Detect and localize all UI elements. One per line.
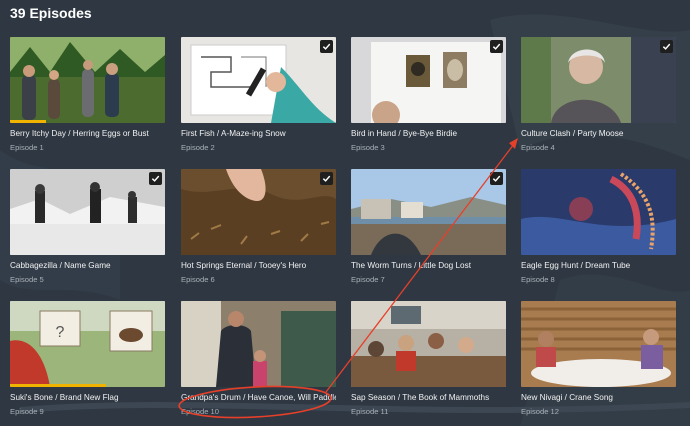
watched-check-icon bbox=[149, 172, 162, 185]
thumbnail-image bbox=[181, 301, 336, 387]
episode-number: Episode 12 bbox=[521, 407, 559, 416]
thumbnail-image bbox=[181, 169, 336, 255]
thumbnail-image bbox=[351, 169, 506, 255]
episode-card[interactable]: Sap Season / The Book of Mammoths Episode… bbox=[351, 301, 506, 416]
episode-title[interactable]: Berry Itchy Day / Herring Eggs or Bust bbox=[10, 129, 165, 138]
episode-thumbnail[interactable] bbox=[10, 169, 165, 255]
episode-card[interactable]: The Worm Turns / Little Dog Lost Episode … bbox=[351, 169, 506, 284]
episode-card[interactable]: Berry Itchy Day / Herring Eggs or Bust Ep… bbox=[10, 37, 165, 152]
watched-check-icon bbox=[320, 40, 333, 53]
thumbnail-image bbox=[351, 37, 506, 123]
annotation-arrow-head bbox=[509, 138, 518, 149]
episode-card[interactable]: First Fish / A-Maze-ing Snow Episode 2 bbox=[181, 37, 336, 152]
episode-number: Episode 5 bbox=[10, 275, 44, 284]
episode-title[interactable]: Eagle Egg Hunt / Dream Tube bbox=[521, 261, 676, 270]
thumbnail-image bbox=[521, 37, 676, 123]
thumbnail-image bbox=[351, 301, 506, 387]
episode-thumbnail[interactable]: ? bbox=[10, 301, 165, 387]
episode-card[interactable]: New Nivagi / Crane Song Episode 12 bbox=[521, 301, 676, 416]
episode-title[interactable]: New Nivagi / Crane Song bbox=[521, 393, 676, 402]
episode-card[interactable]: Hot Springs Eternal / Tooey's Hero Episod… bbox=[181, 169, 336, 284]
episode-title[interactable]: The Worm Turns / Little Dog Lost bbox=[351, 261, 506, 270]
thumbnail-image bbox=[521, 301, 676, 387]
page-title: 39 Episodes bbox=[10, 5, 92, 21]
thumbnail-image bbox=[181, 37, 336, 123]
episode-title[interactable]: Sap Season / The Book of Mammoths bbox=[351, 393, 506, 402]
thumbnail-image: ? bbox=[10, 301, 165, 387]
episode-thumbnail[interactable] bbox=[181, 169, 336, 255]
episode-number: Episode 4 bbox=[521, 143, 555, 152]
episode-number: Episode 11 bbox=[351, 407, 389, 416]
svg-text:?: ? bbox=[56, 324, 65, 341]
episode-card[interactable]: Eagle Egg Hunt / Dream Tube Episode 8 bbox=[521, 169, 676, 284]
episode-card[interactable]: Grandpa's Drum / Have Canoe, Will Paddle… bbox=[181, 301, 336, 416]
episode-card[interactable]: Bird in Hand / Bye-Bye Birdie Episode 3 bbox=[351, 37, 506, 152]
episode-thumbnail[interactable] bbox=[351, 169, 506, 255]
episode-thumbnail[interactable] bbox=[181, 37, 336, 123]
episode-title[interactable]: Bird in Hand / Bye-Bye Birdie bbox=[351, 129, 506, 138]
episode-card[interactable]: ? Suki's Bone / Brand New Flag Episode 9 bbox=[10, 301, 165, 416]
episode-number: Episode 7 bbox=[351, 275, 385, 284]
episode-title[interactable]: Suki's Bone / Brand New Flag bbox=[10, 393, 165, 402]
episode-thumbnail[interactable] bbox=[351, 301, 506, 387]
episode-title[interactable]: Grandpa's Drum / Have Canoe, Will Paddle bbox=[181, 393, 336, 402]
watched-check-icon bbox=[320, 172, 333, 185]
episode-card[interactable]: Culture Clash / Party Moose Episode 4 bbox=[521, 37, 676, 152]
episode-thumbnail[interactable] bbox=[181, 301, 336, 387]
episode-card[interactable]: Cabbagezilla / Name Game Episode 5 bbox=[10, 169, 165, 284]
episode-thumbnail[interactable] bbox=[521, 301, 676, 387]
episode-title[interactable]: Hot Springs Eternal / Tooey's Hero bbox=[181, 261, 336, 270]
episode-number: Episode 3 bbox=[351, 143, 385, 152]
progress-bar bbox=[10, 120, 46, 123]
episode-number: Episode 2 bbox=[181, 143, 215, 152]
thumbnail-image bbox=[521, 169, 676, 255]
episode-number: Episode 1 bbox=[10, 143, 44, 152]
thumbnail-image bbox=[10, 169, 165, 255]
episode-title[interactable]: Culture Clash / Party Moose bbox=[521, 129, 676, 138]
watched-check-icon bbox=[490, 172, 503, 185]
episode-number: Episode 10 bbox=[181, 407, 219, 416]
episode-thumbnail[interactable] bbox=[521, 37, 676, 123]
thumbnail-image bbox=[10, 37, 165, 123]
episode-number: Episode 8 bbox=[521, 275, 555, 284]
progress-bar bbox=[10, 384, 107, 387]
episode-title[interactable]: First Fish / A-Maze-ing Snow bbox=[181, 129, 336, 138]
episode-thumbnail[interactable] bbox=[10, 37, 165, 123]
watched-check-icon bbox=[660, 40, 673, 53]
episode-number: Episode 9 bbox=[10, 407, 44, 416]
episode-title[interactable]: Cabbagezilla / Name Game bbox=[10, 261, 165, 270]
episode-number: Episode 6 bbox=[181, 275, 215, 284]
episode-thumbnail[interactable] bbox=[521, 169, 676, 255]
watched-check-icon bbox=[490, 40, 503, 53]
episode-thumbnail[interactable] bbox=[351, 37, 506, 123]
